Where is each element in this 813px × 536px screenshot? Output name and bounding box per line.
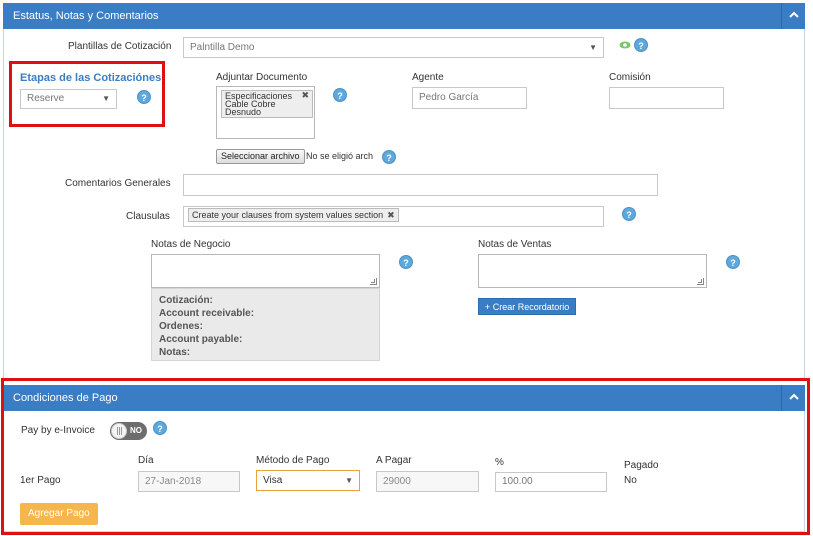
col-paid-label: Pagado: [624, 460, 659, 471]
status-panel-collapse-button[interactable]: [781, 3, 805, 29]
resize-handle-icon[interactable]: [697, 278, 704, 285]
choose-file-button[interactable]: Seleccionar archivo: [216, 149, 305, 164]
attached-doc-line: Desnudo: [225, 107, 262, 117]
einvoice-toggle-text: NO: [130, 426, 142, 435]
clause-tag-label: Create your clauses from system values s…: [192, 210, 384, 220]
sales-notes-help-icon[interactable]: ?: [726, 255, 740, 269]
stage-select[interactable]: Reserve ▼: [20, 89, 117, 109]
payment-method-select[interactable]: Visa ▼: [256, 470, 360, 491]
template-select[interactable]: Palntilla Demo ▼: [183, 37, 604, 58]
summary-line-payable: Account payable:: [159, 334, 243, 345]
sales-notes-textarea[interactable]: [478, 254, 707, 288]
col-percent-label: %: [495, 457, 504, 468]
business-notes-help-icon[interactable]: ?: [399, 255, 413, 269]
summary-line-receivable: Account receivable:: [159, 308, 255, 319]
einvoice-help-icon[interactable]: ?: [153, 421, 167, 435]
chevron-down-icon: ▼: [589, 43, 597, 52]
status-panel-title: Estatus, Notas y Comentarios: [13, 10, 159, 22]
toggle-knob: [111, 423, 127, 439]
summary-line-orders: Ordenes:: [159, 321, 203, 332]
attach-label: Adjuntar Documento: [216, 72, 308, 83]
col-method-label: Método de Pago: [256, 455, 330, 466]
comments-label: Comentarios Generales: [65, 178, 171, 189]
eye-icon[interactable]: [619, 41, 631, 49]
attached-doc-tag: Especificaciones Cable Cobre Desnudo ✖: [221, 90, 313, 118]
file-status-text: No se eligió arch: [306, 151, 374, 161]
business-notes-label: Notas de Negocio: [151, 239, 231, 250]
attach-help-icon[interactable]: ?: [333, 88, 347, 102]
einvoice-label: Pay by e-Invoice: [21, 425, 95, 436]
chevron-up-icon: [788, 11, 799, 18]
col-day-label: Día: [138, 455, 154, 466]
einvoice-toggle[interactable]: NO: [110, 422, 147, 440]
template-select-value: Palntilla Demo: [190, 42, 255, 53]
payment-day-input[interactable]: 27-Jan-2018: [138, 471, 240, 492]
add-payment-button[interactable]: Agregar Pago: [20, 503, 98, 525]
summary-line-notes: Notas:: [159, 347, 191, 358]
col-topay-label: A Pagar: [376, 455, 412, 466]
clause-tag: Create your clauses from system values s…: [188, 208, 399, 222]
commission-label: Comisión: [609, 72, 651, 83]
business-summary-box: Cotización: Account receivable: Ordenes:…: [151, 288, 380, 361]
file-help-icon[interactable]: ?: [382, 150, 396, 164]
stage-label: Etapas de las Cotizaciónes: [20, 72, 162, 84]
payment-topay-input[interactable]: 29000: [376, 471, 479, 492]
clauses-help-icon[interactable]: ?: [622, 207, 636, 221]
stage-select-value: Reserve: [27, 93, 65, 104]
create-reminder-button[interactable]: + Crear Recordatorio: [478, 298, 577, 315]
payment-topay-value: 29000: [383, 476, 411, 487]
chevron-down-icon: ▼: [345, 476, 353, 485]
payment-percent-input[interactable]: 100.00: [495, 472, 607, 492]
attach-document-box[interactable]: Especificaciones Cable Cobre Desnudo ✖: [216, 86, 315, 139]
payment-paid-value: No: [624, 475, 637, 486]
commission-input[interactable]: [609, 87, 724, 109]
remove-tag-icon[interactable]: ✖: [301, 91, 309, 100]
payment-method-value: Visa: [263, 475, 283, 486]
stage-help-icon[interactable]: ?: [137, 90, 151, 104]
summary-line-quotation: Cotización:: [159, 295, 213, 306]
status-panel-header: Estatus, Notas y Comentarios: [3, 3, 805, 29]
sales-notes-label: Notas de Ventas: [478, 239, 552, 250]
business-notes-textarea[interactable]: [151, 254, 380, 288]
remove-tag-icon[interactable]: ✖: [387, 210, 395, 220]
payment-row-label: 1er Pago: [20, 475, 61, 486]
template-help-icon[interactable]: ?: [634, 38, 648, 52]
clauses-label: Clausulas: [126, 211, 170, 222]
agent-input-placeholder: Pedro García: [419, 92, 479, 103]
clauses-input[interactable]: Create your clauses from system values s…: [183, 206, 604, 227]
agent-input[interactable]: Pedro García: [412, 87, 527, 109]
chevron-down-icon: ▼: [102, 94, 110, 103]
template-label: Plantillas de Cotización: [68, 41, 172, 52]
agent-label: Agente: [412, 72, 444, 83]
payment-percent-value: 100.00: [502, 476, 533, 487]
resize-handle-icon[interactable]: [370, 278, 377, 285]
comments-input[interactable]: [183, 174, 658, 196]
payment-day-value: 27-Jan-2018: [145, 476, 202, 487]
